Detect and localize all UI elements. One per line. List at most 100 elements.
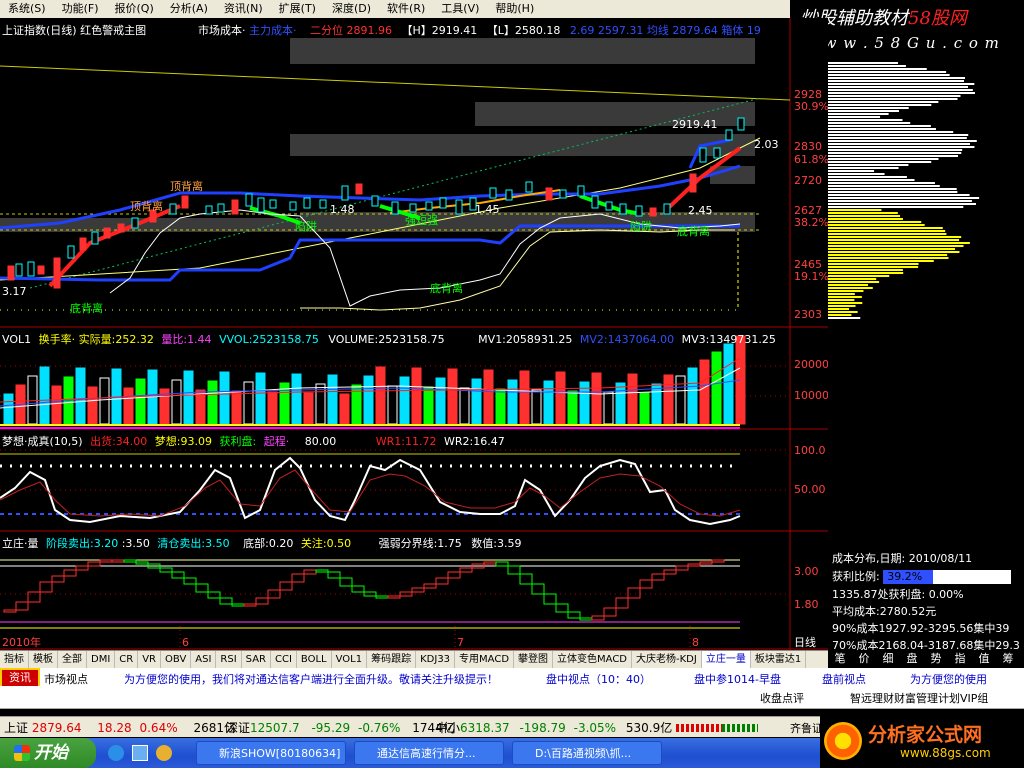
candlestick [269,199,277,209]
menu-help[interactable]: 帮助(H) [487,0,542,18]
dream-y-axis-label: 100.0 [794,444,826,457]
indicator-tab[interactable]: 指标 [0,651,29,669]
candlestick [577,185,585,197]
menu-software[interactable]: 软件(R) [379,0,433,18]
indicator-tab[interactable]: 板块雷达1 [751,651,807,669]
menu-tools[interactable]: 工具(V) [433,0,487,18]
indicator-tab[interactable]: VOL1 [332,651,368,669]
ie-icon[interactable] [108,745,124,761]
footer-brand-url: www.88gs.com [900,746,991,760]
footer-brand: 分析家公式网 www.88gs.com [820,716,1024,768]
right-panel-tab[interactable]: 筹 [996,650,1020,668]
ticker-item[interactable]: 智远理财财富管理计划VIP组 [850,690,988,706]
dream-panel[interactable]: 100.0 50.00 梦想·成真(10,5) 出货:34.00 梦想:93.0… [0,430,828,532]
cost-histogram-bar [828,287,873,289]
volume-bar [531,389,542,425]
upgrade-message[interactable]: 为方便您的使用，我们将对通达信客户端进行全面升级。敬请关注升级提示！ [124,671,498,687]
menu-news[interactable]: 资讯(N) [216,0,271,18]
indicator-tab[interactable]: 全部 [58,651,87,669]
cost-histogram-bar [828,134,969,136]
candlestick [217,203,225,213]
indicator-tab[interactable]: 大庆老杨-KDJ [632,651,702,669]
cost-distribution-histogram [828,62,980,319]
indicator-tab[interactable]: DMI [87,651,116,669]
volume-bar [231,390,242,425]
volume-panel[interactable]: 20000 10000 VOL1 换手率· 实际量:252.32 量比:1.44… [0,328,828,430]
ticker-item[interactable]: 收盘点评 [760,690,804,706]
market-view-link[interactable]: 市场视点 [44,671,88,687]
indicator-tab[interactable]: KDJ33 [416,651,456,669]
zx-pct: -3.05% [573,721,617,735]
volume-bar [183,370,194,425]
news-link[interactable]: 盘中参1014-早盘 [694,671,781,687]
candlestick [91,231,99,245]
cost-distribution-panel[interactable]: 成本分布,日期: 2010/08/11 获利比例: 39.2% 1335.87处… [828,58,1024,652]
indicator-tab[interactable]: CR [115,651,139,669]
cost-histogram-bar [828,311,858,313]
news-link[interactable]: 盘中视点（10：40） [546,671,651,687]
stand-panel[interactable]: 3.00 1.80 2010年 6 7 8 日线 立庄·量 阶段卖出:3.20 … [0,532,828,650]
taskbar-item[interactable]: D:\百路通视频\抓... [512,741,662,765]
sz-name: 深证 [226,721,251,735]
menu-depth[interactable]: 深度(D) [324,0,379,18]
market-cost-label: 市场成本· [198,24,246,37]
indicator-tab[interactable]: 模板 [29,651,58,669]
right-panel-tab[interactable]: 盘 [900,650,924,668]
cost-date-label: 成本分布,日期: [832,552,906,565]
cost-histogram-bar [828,71,947,73]
sz-index[interactable]: 深证12507.7 -95.29 -0.76% 1744亿 [226,719,455,736]
taskbar-item[interactable]: 新浪SHOW[80180634] [196,741,346,765]
indicator-tab[interactable]: OBV [161,651,192,669]
cost-histogram-bar [828,98,958,100]
indicator-tab[interactable]: RSI [216,651,242,669]
right-panel-tab[interactable]: 指 [948,650,972,668]
indicator-tab[interactable]: VR [138,651,162,669]
cost-histogram-bar [828,122,911,124]
right-panel-tab[interactable]: 笔 [828,650,852,668]
indicator-tab[interactable]: 攀登图 [514,651,554,669]
cost-histogram-bar [828,242,970,244]
vol-y-axis-label: 20000 [794,358,828,371]
indicator-tab[interactable]: ASI [191,651,217,669]
volume-bar [435,377,446,425]
market-cost-value: 主力成本· [249,24,297,37]
menu-function[interactable]: 功能(F) [54,0,107,18]
sh-index[interactable]: 上证 2879.64 18.28 0.64% 2681亿 [4,719,236,736]
taskbar-item[interactable]: 通达信高速行情分... [354,741,504,765]
cost-histogram-bar [828,245,964,247]
cost-histogram-bar [828,203,976,205]
menu-analysis[interactable]: 分析(A) [162,0,216,18]
volume-bar [543,380,554,425]
indicator-tab[interactable]: 专用MACD [455,651,515,669]
num-value: 3.59 [497,537,522,550]
cost-histogram-bar [828,179,915,181]
cost-histogram-bar [828,89,973,91]
menu-quote[interactable]: 报价(Q) [107,0,162,18]
right-panel-tab[interactable]: 势 [924,650,948,668]
indicator-tab[interactable]: BOLL [297,651,332,669]
indicator-tab[interactable]: 立体变色MACD [553,651,633,669]
menu-system[interactable]: 系统(S) [0,0,54,18]
indicator-tab[interactable]: 立庄一量 [701,651,751,669]
indicator-tab[interactable]: SAR [242,651,271,669]
candlestick [605,201,613,211]
zx-index[interactable]: 中小6318.37 -198.79 -3.05% 530.9亿 [436,719,672,736]
desktop-icon[interactable] [132,745,148,761]
menu-extend[interactable]: 扩展(T) [271,0,324,18]
cost-histogram-bar [828,296,862,298]
right-panel-tab[interactable]: 值 [972,650,996,668]
annotation-strong: 强短强 [405,213,438,227]
indicator-tab[interactable]: CCI [271,651,297,669]
right-panel-tab[interactable]: 价 [852,650,876,668]
volume-bar [615,382,626,425]
news-link[interactable]: 为方便您的使用 [910,671,987,687]
indicator-tab[interactable]: 筹码跟踪 [367,651,417,669]
sh-change: 18.28 [97,721,132,735]
main-chart-canvas: 顶背离 顶背离 陷阱 强短强 陷阱 底背离 底背离 底背离 2919.41 2.… [0,18,828,328]
media-icon[interactable] [156,745,172,761]
cost-histogram-bar [828,230,946,232]
news-link[interactable]: 盘前视点 [822,671,866,687]
ratio-label: 量比: [161,333,188,346]
right-panel-tab[interactable]: 细 [876,650,900,668]
main-chart[interactable]: 顶背离 顶背离 陷阱 强短强 陷阱 底背离 底背离 底背离 2919.41 2.… [0,18,828,328]
